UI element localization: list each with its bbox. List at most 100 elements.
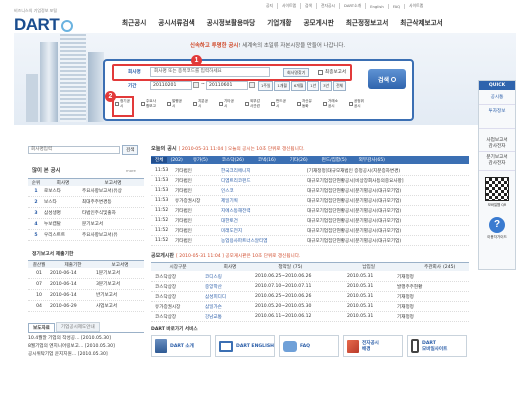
today-row[interactable]: 11:52 기타법인 농업용사파트너스알티엠 대규모기업집단현황공시[분기별공시(대규…: [151, 236, 469, 246]
type-checkbox[interactable]: [115, 102, 119, 106]
nav-item[interactable]: 공모게시판: [297, 17, 339, 27]
news-item[interactable]: 공시위탁기업 운지지원… [2010.05.30]: [28, 351, 144, 359]
service-dart-intro[interactable]: DART 소개: [151, 335, 211, 357]
util-link[interactable]: 공지: [262, 3, 278, 9]
ipo-heading: 공모게시판 [ 2010-05-31 11:04 ] 공모게시판은 10초 단위…: [151, 252, 300, 259]
type-checkbox[interactable]: [141, 102, 145, 106]
service-dart-english[interactable]: DART ENGLISH: [215, 335, 275, 357]
type-checkbox[interactable]: [323, 102, 327, 106]
today-row[interactable]: 11:52 기타법인 미래도전지 대규모기업집단현황공시[분기별공시(대규모기업): [151, 226, 469, 236]
type-filter[interactable]: 공정위공시: [349, 99, 370, 109]
type-filter[interactable]: 주요사항보고: [141, 99, 162, 109]
calendar-icon[interactable]: [249, 82, 255, 88]
today-tab[interactable]: 유가(5): [186, 157, 215, 163]
type-filter[interactable]: 기타공시: [219, 99, 240, 109]
type-filter[interactable]: 발행공시: [167, 99, 188, 109]
service-mobile[interactable]: DART 모바일사이트: [407, 335, 467, 357]
popular-row[interactable]: 5 우리스트트 주요사항보고서(유: [28, 230, 144, 241]
nav-item[interactable]: 최근정정보고서: [340, 17, 394, 27]
ipo-row[interactable]: 코스닥상장 삼성피디디 2010.06.25~2010.06.26 2010.05.3…: [151, 292, 469, 302]
type-filter[interactable]: 지분공시: [193, 99, 214, 109]
quick-item[interactable]: 감사전자: [479, 143, 515, 152]
today-row[interactable]: 11:53 유가증권시장 제일기획 대규모기업집단현황공시[분기별공시(대규모기업): [151, 196, 469, 206]
nav-item[interactable]: 공시서류검색: [152, 17, 200, 27]
nav-item[interactable]: 공시정보활용마당: [201, 17, 262, 27]
type-filter[interactable]: 외부감사관련: [245, 99, 266, 109]
nav-item[interactable]: 기업개황: [261, 17, 297, 27]
quick-item[interactable]: 공시통: [479, 90, 515, 105]
type-checkbox[interactable]: [245, 102, 249, 106]
search-button[interactable]: 검색: [368, 69, 406, 89]
company-quick-input[interactable]: 회사명입력: [28, 146, 120, 154]
util-link[interactable]: 검색: [301, 3, 317, 9]
news-item[interactable]: 10.4월말 기업의 작성공… [2010.05.30]: [28, 335, 144, 343]
popular-row[interactable]: 1 로보스타 주요사항보고서(유상: [28, 186, 144, 197]
type-checkbox[interactable]: [167, 102, 171, 106]
today-tab[interactable]: 기타(26): [283, 157, 315, 163]
today-tab[interactable]: (202): [167, 158, 185, 163]
type-checkbox[interactable]: [219, 102, 223, 106]
ipo-row[interactable]: 유가증권시장 삼일가슨 2010.05.20~2010.05.30 2010.05.3…: [151, 302, 469, 312]
news-item[interactable]: 8월기업의 엔지니어링보고… [2010.05.30]: [28, 343, 144, 351]
period-button[interactable]: 1주일: [258, 81, 274, 91]
today-row[interactable]: 11:52 기타법인 지에스동해전력 대규모기업집단현황공시[분기별공시(대규모기업): [151, 206, 469, 216]
today-tab[interactable]: 외부감사(65): [354, 157, 390, 163]
calendar-icon[interactable]: [193, 82, 199, 88]
util-link[interactable]: DART소개: [340, 3, 367, 9]
period-button[interactable]: 전체: [333, 81, 347, 91]
type-checkbox[interactable]: [271, 102, 275, 106]
period-button[interactable]: 6개월: [290, 81, 307, 91]
popular-row[interactable]: 2 보스타 최대주주변경등: [28, 197, 144, 208]
today-tab[interactable]: 코스닥(26): [215, 157, 251, 163]
date-to[interactable]: 20110601: [206, 81, 248, 90]
quick-item[interactable]: 감사전자: [479, 160, 515, 171]
today-row[interactable]: 11:53 기타법인 인스코 대규모기업집단현황공시[분기별공시(대규모기업): [151, 186, 469, 196]
type-filter[interactable]: 거래소공시: [323, 99, 344, 109]
tab-press[interactable]: 보도자료: [28, 322, 55, 332]
today-row[interactable]: 11:53 기타법인 디엠트리코펀드 대규모기업집단현황공시[비상장회사등의중요사항]: [151, 176, 469, 186]
qr-code[interactable]: [485, 177, 509, 201]
date-from[interactable]: 20110201: [150, 81, 192, 90]
popular-row[interactable]: 3 삼성생명 타법인주식및출자: [28, 208, 144, 219]
util-link[interactable]: 사이트맵: [405, 3, 427, 9]
service-faq[interactable]: FAQ: [279, 335, 339, 357]
service-disclosure-bg[interactable]: 전자공시 배경: [343, 335, 403, 357]
util-link[interactable]: English: [366, 3, 389, 9]
type-checkbox[interactable]: [193, 102, 197, 106]
type-filter[interactable]: 자산유동화: [297, 99, 318, 109]
today-tab[interactable]: 코넥(16): [251, 157, 283, 163]
today-tab[interactable]: 전체: [151, 157, 168, 163]
today-row[interactable]: 11:52 기타법인 대한토건 대규모기업집단현황공시[분기별공시(대규모기업): [151, 216, 469, 226]
type-checkbox[interactable]: [297, 102, 301, 106]
nav-item[interactable]: 최근공시: [116, 17, 152, 27]
period-button[interactable]: 3년: [320, 81, 333, 91]
type-filter[interactable]: 정기공시: [115, 99, 136, 109]
tab-guide[interactable]: 기업공시제도안내: [55, 322, 100, 332]
quick-item[interactable]: 분기보고서: [479, 152, 515, 160]
ipo-row[interactable]: 코스닥상장 강남교통 2010.06.11~2010.06.12 2010.05.31…: [151, 312, 469, 322]
type-checkbox[interactable]: [349, 102, 353, 106]
nav-item[interactable]: 최근삭제보고서: [394, 17, 448, 27]
company-input[interactable]: 회사명 또는 종목코드를 입력하세요: [150, 67, 270, 77]
util-link[interactable]: 사이트맵: [278, 3, 301, 9]
util-link[interactable]: FAQ: [389, 3, 406, 9]
quick-item[interactable]: 투자정보: [479, 105, 515, 129]
util-link[interactable]: 전자공시: [317, 3, 340, 9]
company-quick-button[interactable]: 검색: [122, 145, 139, 155]
period-button[interactable]: 1년: [307, 81, 320, 91]
logo-icon: [61, 20, 74, 32]
help-icon[interactable]: ?: [489, 217, 505, 233]
today-row[interactable]: 11:53 기타법인 한국크리에니지 [기재정정]대규모재법인 증정공시(지분증자변경…: [151, 166, 469, 176]
period-button[interactable]: 1개월: [274, 81, 290, 91]
monitor-icon: [219, 340, 233, 352]
today-tab[interactable]: 펀드/집합(5): [315, 157, 354, 163]
ipo-row[interactable]: 코스닥상장 중앙학산 2010.07.10~2010.07.11 2010.05.31…: [151, 282, 469, 292]
popular-more-link[interactable]: more: [126, 168, 136, 173]
final-report-option[interactable]: 최종보고서: [318, 69, 346, 75]
type-filter[interactable]: 펀드공시: [271, 99, 292, 109]
ipo-row[interactable]: 코스닥상장 코디스링 2010.06.25~2010.06.26 2010.05.31…: [151, 272, 469, 282]
popular-row[interactable]: 4 누보캡탈 분기보고서: [28, 219, 144, 230]
quick-item[interactable]: 사업보고서: [479, 129, 515, 143]
company-find-button[interactable]: 회사명찾기: [283, 68, 310, 77]
final-report-checkbox[interactable]: [318, 69, 323, 75]
